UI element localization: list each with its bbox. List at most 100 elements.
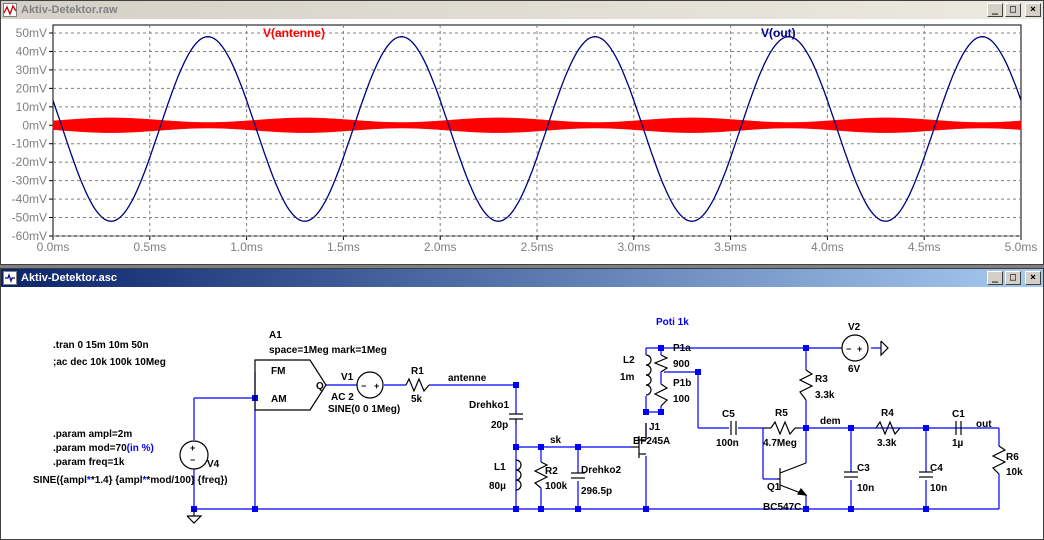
minimize-button[interactable]: _ [987,3,1003,17]
a1-params[interactable]: space=1Meg mark=1Meg [269,345,387,356]
l2-value[interactable]: 1m [620,372,635,383]
c3-value[interactable]: 10n [857,483,874,494]
p1a-value[interactable]: 900 [673,359,690,370]
p1b-resistor-symbol[interactable] [653,383,669,407]
r4-label: R4 [881,408,894,419]
c4-label: C4 [930,463,943,474]
net-label-out[interactable]: out [976,419,992,430]
net-label-sk[interactable]: sk [550,435,562,446]
close-button[interactable]: × [1025,271,1041,285]
q1-transistor-symbol[interactable] [777,462,808,496]
x-tick-label: 3.5ms [714,240,747,254]
l2-inductor-symbol[interactable] [645,354,652,396]
param-freq[interactable]: .param freq=1k [53,457,125,468]
net-label-poti[interactable]: Poti 1k [656,317,689,328]
r2-label: R2 [545,466,558,477]
waveform-app-icon [3,3,17,17]
v4-sine-expression[interactable]: SINE({ampl**1.4} {ampl**mod/100} {freq}) [33,475,228,486]
q1-value[interactable]: BC547C [763,502,801,513]
a1-label: A1 [269,330,282,341]
x-tick-label: 2.0ms [424,240,457,254]
v4-label: V4 [207,459,220,470]
l2-label: L2 [623,355,635,366]
x-tick-label: 2.5ms [521,240,554,254]
schematic-window: Aktiv-Detektor.asc _ □ × − + + − − + .tr… [0,268,1044,540]
maximize-button[interactable]: □ [1005,271,1021,285]
v1-label: V1 [341,372,354,383]
r3-value[interactable]: 3.3k [815,390,835,401]
schematic-canvas[interactable]: − + + − − + .tran 0 15m 10m 50n ;ac dec … [1,288,1043,540]
c3-capacitor-symbol[interactable] [844,471,858,478]
x-tick-label: 1.5ms [327,240,360,254]
v2-value[interactable]: 6V [848,364,861,375]
drehko1-value[interactable]: 20p [491,420,508,431]
y-tick-label: 50mV [16,26,47,40]
param-mod[interactable]: .param mod=70(in %) [53,443,154,454]
ac-directive[interactable]: ;ac dec 10k 100k 10Meg [53,357,166,368]
r3-label: R3 [815,374,828,385]
y-tick-label: -60mV [12,229,47,243]
legend-v-out[interactable]: V(out) [761,26,796,40]
v1-minus-sign: − [361,381,366,391]
x-tick-label: 4.0ms [811,240,844,254]
p1b-value[interactable]: 100 [673,394,690,405]
r1-value[interactable]: 5k [411,394,423,405]
j1-value[interactable]: BF245A [633,436,670,447]
l1-inductor-symbol[interactable] [515,459,522,491]
c1-label: C1 [952,409,965,420]
schematic-wires [193,347,1000,510]
ground-symbol [880,340,889,357]
c1-value[interactable]: 1µ [952,438,964,449]
r2-value[interactable]: 100k [545,481,568,492]
v2-plus-sign: + [857,344,862,354]
schematic-titlebar[interactable]: Aktiv-Detektor.asc _ □ × [1,269,1043,287]
tran-directive[interactable]: .tran 0 15m 10m 50n [53,340,149,351]
drehko1-label: Drehko1 [469,400,509,411]
v1-spec[interactable]: SINE(0 0 1Meg) [328,404,400,415]
c3-label: C3 [857,463,870,474]
c4-value[interactable]: 10n [930,483,947,494]
j1-label: J1 [649,422,661,433]
maximize-button[interactable]: □ [1005,3,1021,17]
drehko1-capacitor-symbol[interactable] [509,413,523,424]
p1a-resistor-symbol[interactable] [653,354,669,373]
r5-resistor-symbol[interactable] [770,420,796,436]
p1b-label: P1b [673,378,691,389]
y-tick-label: -30mV [12,174,47,188]
drehko2-label: Drehko2 [581,465,621,476]
r5-value[interactable]: 4.7Meg [763,438,797,449]
waveform-window-title: Aktiv-Detektor.raw [21,4,118,16]
c5-capacitor-symbol[interactable] [730,421,737,435]
minimize-button[interactable]: _ [987,271,1003,285]
drehko2-value[interactable]: 296.5p [581,486,612,497]
v2-minus-sign: − [846,344,851,354]
legend-v-antenne[interactable]: V(antenne) [263,26,325,40]
v4-minus-sign: − [190,455,195,465]
r1-label: R1 [411,366,424,377]
y-tick-label: 20mV [16,81,47,95]
r5-label: R5 [775,408,788,419]
y-tick-label: -20mV [12,155,47,169]
y-tick-label: -40mV [12,192,47,206]
a1-q-pin: Q [316,381,324,392]
x-tick-label: 5.0ms [1005,240,1038,254]
net-label-antenne[interactable]: antenne [448,373,487,384]
r4-value[interactable]: 3.3k [877,438,897,449]
close-button[interactable]: × [1025,3,1041,17]
c5-value[interactable]: 100n [716,438,739,449]
y-tick-label: 40mV [16,44,47,58]
l1-value[interactable]: 80µ [489,481,506,492]
y-tick-label: 30mV [16,63,47,77]
x-tick-label: 4.5ms [908,240,941,254]
r6-resistor-symbol[interactable] [991,445,1007,475]
r6-value[interactable]: 10k [1006,467,1023,478]
a1-am-pin: AM [271,394,287,405]
param-ampl[interactable]: .param ampl=2m [53,429,132,440]
r3-resistor-symbol[interactable] [798,369,814,401]
waveform-plot[interactable]: 0.0ms 0.5ms 1.0ms 1.5ms 2.0ms 2.5ms 3.0ms 3.5ms… [1,20,1043,265]
net-label-dem[interactable]: dem [820,416,841,427]
r1-resistor-symbol[interactable] [405,377,430,393]
c5-label: C5 [722,409,735,420]
waveform-titlebar[interactable]: Aktiv-Detektor.raw _ □ × [1,1,1043,19]
v1-value[interactable]: AC 2 [331,392,354,403]
